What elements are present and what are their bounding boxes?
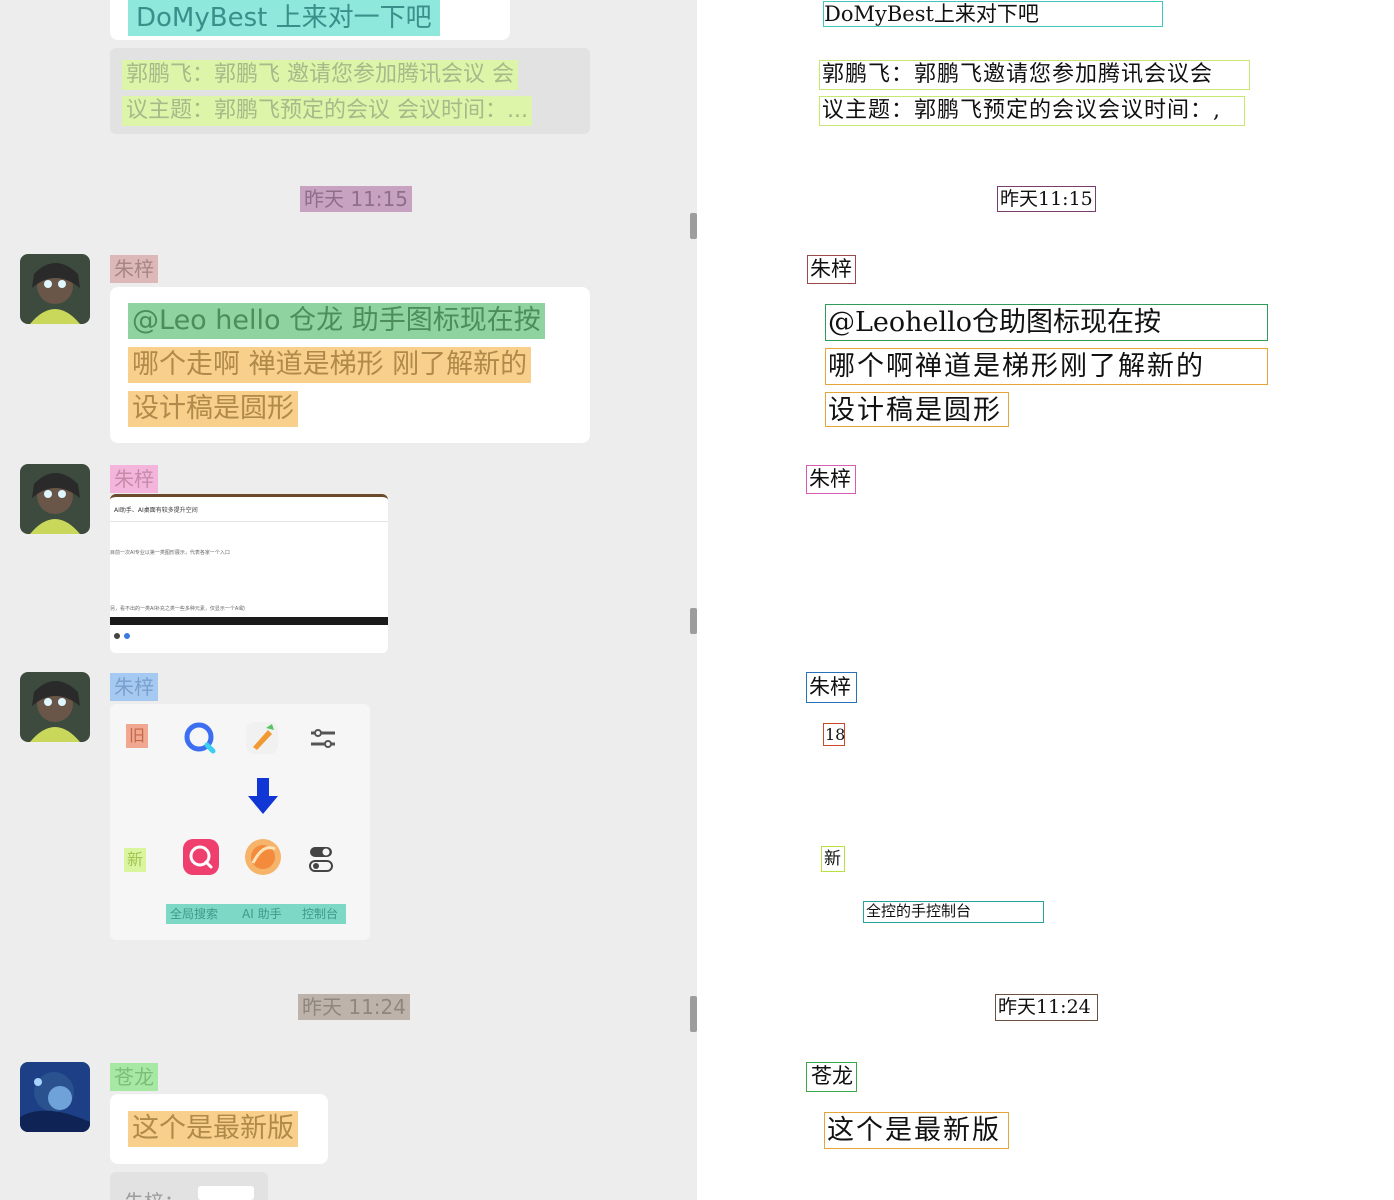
caption-ai-assistant: AI 助手: [242, 907, 282, 921]
ann-timestamp-1: 昨天11:15: [997, 186, 1096, 212]
message-bubble-4: 这个是最新版: [110, 1094, 328, 1164]
partial-quoted-reply: 朱梓：: [110, 1172, 268, 1200]
ai-pencil-icon: [246, 722, 278, 754]
ocr-annotation-pane: DoMyBest上来对下吧 郭鹏飞：郭鹏飞邀请您参加腾讯会议会 议主题：郭鹏飞预…: [697, 0, 1394, 1200]
sender-name-2: 朱梓: [110, 465, 158, 493]
avatar-zhuzi[interactable]: [20, 254, 90, 324]
search-ring-icon: [184, 722, 216, 754]
message-4-line-1: 这个是最新版: [128, 1111, 298, 1147]
message-1-line-1: @Leo hello 仓龙 助手图标现在按: [128, 303, 545, 339]
sender-name-1: 朱梓: [110, 255, 158, 283]
scrollbar-thumb[interactable]: [690, 996, 697, 1032]
ann-sender-1: 朱梓: [807, 255, 856, 284]
ann-timestamp-2: 昨天11:24: [995, 994, 1098, 1021]
thumbnail-taskbar: [110, 617, 388, 625]
ann-top-text: DoMyBest上来对下吧: [823, 1, 1163, 27]
caption-console: 控制台: [302, 907, 339, 921]
search-app-icon: [183, 839, 219, 875]
sender-name-4: 苍龙: [110, 1063, 158, 1091]
ann-message-4-line-1: 这个是最新版: [824, 1112, 1009, 1149]
avatar-canglong[interactable]: [20, 1062, 90, 1132]
partial-reply-text: 朱梓：: [124, 1186, 184, 1200]
sender-name-3: 朱梓: [110, 673, 158, 701]
avatar-image-icon: [20, 672, 90, 742]
icon-comparison-image[interactable]: 旧 新 全局搜索 AI 助手 控制台: [110, 704, 370, 940]
quote-line-2: 议主题：郭鹏飞预定的会议 会议时间：...: [122, 96, 532, 126]
message-1-line-3: 设计稿是圆形: [128, 391, 298, 427]
chat-screenshot-pane: DoMyBest 上来对一下吧 郭鹏飞：郭鹏飞 邀请您参加腾讯会议 会 议主题：…: [0, 0, 697, 1200]
avatar-zhuzi[interactable]: [20, 464, 90, 534]
ann-message-1-line-3: 设计稿是圆形: [825, 392, 1009, 427]
quoted-meeting-bubble: 郭鹏飞：郭鹏飞 邀请您参加腾讯会议 会 议主题：郭鹏飞预定的会议 会议时间：..…: [110, 48, 590, 134]
arrow-down-icon: [248, 778, 278, 814]
top-message-bubble: DoMyBest 上来对一下吧: [110, 0, 510, 40]
ann-message-1-line-1: @Leohello仓助图标现在按: [825, 304, 1268, 341]
toggle-switch-icon: [309, 847, 333, 872]
thumbnail-line-2: 目前一次AI专业以第一类图形展示，代表各家一个入口: [110, 550, 230, 556]
ann-message-1-line-2: 哪个啊禅道是梯形刚了解新的: [825, 348, 1268, 385]
message-1-line-2: 哪个走啊 禅道是梯形 刚了解新的: [128, 347, 532, 383]
ann-quote-line-2: 议主题：郭鹏飞预定的会议会议时间：,: [819, 96, 1245, 126]
ann-quote-line-1: 郭鹏飞：郭鹏飞邀请您参加腾讯会议会: [819, 60, 1250, 90]
ann-new-label: 新: [821, 846, 845, 872]
avatar-image-icon: [20, 254, 90, 324]
scrollbar-thumb[interactable]: [690, 608, 697, 634]
thumbnail-line-1: AI助手、AI桌面有较多提升空间: [114, 507, 198, 514]
old-label: 旧: [126, 724, 148, 748]
screenshot-thumbnail[interactable]: AI助手、AI桌面有较多提升空间 目前一次AI专业以第一类图形展示，代表各家一个…: [110, 494, 388, 653]
ann-old-label: 18: [823, 723, 845, 746]
avatar-image-icon: [20, 464, 90, 534]
message-bubble-1: @Leo hello 仓龙 助手图标现在按 哪个走啊 禅道是梯形 刚了解新的 设…: [110, 287, 590, 443]
ann-sender-4: 苍龙: [806, 1062, 857, 1092]
quote-line-1: 郭鹏飞：郭鹏飞 邀请您参加腾讯会议 会: [122, 60, 518, 90]
caption-search: 全局搜索: [170, 907, 219, 921]
sliders-icon: [311, 729, 335, 748]
ann-caption: 全控的手控制台: [863, 901, 1044, 923]
thumbnail-line-3: 另，看不出的一类AI补充之类一些多种元素，仅显示一个AI助: [110, 606, 245, 612]
avatar-zhuzi[interactable]: [20, 672, 90, 742]
ann-sender-2: 朱梓: [806, 465, 856, 494]
avatar-image-icon: [20, 1062, 90, 1132]
top-message-text: DoMyBest 上来对一下吧: [128, 0, 440, 36]
scrollbar-thumb[interactable]: [690, 213, 697, 239]
ann-sender-3: 朱梓: [806, 672, 857, 703]
timestamp-2: 昨天 11:24: [298, 994, 410, 1020]
timestamp-1: 昨天 11:15: [300, 186, 412, 212]
new-label: 新: [124, 848, 146, 872]
ai-orb-icon: [245, 839, 281, 875]
icon-captions: 全局搜索 AI 助手 控制台: [166, 904, 346, 924]
